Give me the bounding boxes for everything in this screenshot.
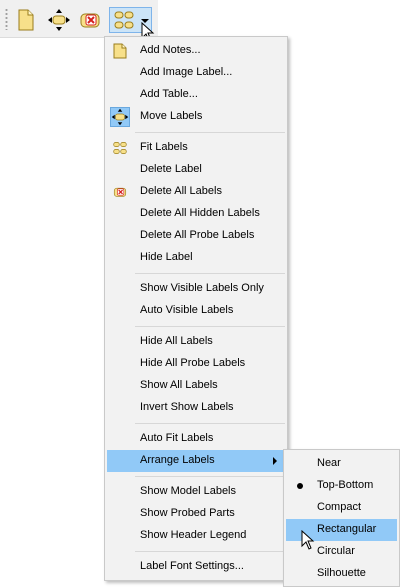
menu-item-add-table[interactable]: Add Table...: [107, 84, 285, 106]
menu-item-hide-label[interactable]: Hide Label: [107, 247, 285, 269]
menu-item-label: Add Table...: [140, 88, 198, 100]
menu-separator: [135, 132, 285, 133]
menu-item-label: Delete Label: [140, 163, 202, 175]
menu-separator: [135, 551, 285, 552]
menu-separator: [135, 476, 285, 477]
delete-labels-icon: [80, 13, 100, 28]
note-icon: [110, 41, 130, 61]
menu-item-label: Show Header Legend: [140, 529, 247, 541]
submenu-item-label: Silhouette: [317, 567, 366, 579]
menu-item-show-probed-parts[interactable]: Show Probed Parts: [107, 503, 285, 525]
menu-item-add-notes[interactable]: Add Notes...: [107, 40, 285, 62]
fit-labels-icon: [110, 138, 130, 158]
submenu-item-label: Near: [317, 457, 341, 469]
menu-item-label: Hide All Probe Labels: [140, 357, 246, 369]
move-labels-icon: [110, 107, 130, 127]
menu-item-label: Auto Visible Labels: [140, 304, 234, 316]
menu-item-label: Delete All Hidden Labels: [140, 207, 260, 219]
menu-item-delete-all-labels[interactable]: Delete All Labels: [107, 181, 285, 203]
menu-item-show-visible-labels-only[interactable]: Show Visible Labels Only: [107, 278, 285, 300]
menu-item-label: Add Image Label...: [140, 66, 233, 78]
submenu-item-label: Compact: [317, 501, 362, 513]
menu-item-label: Move Labels: [140, 110, 203, 122]
menu-item-show-header-legend[interactable]: Show Header Legend: [107, 525, 285, 547]
add-notes-toolbar-button[interactable]: [13, 7, 39, 33]
menu-separator: [135, 326, 285, 327]
menu-item-show-all-labels[interactable]: Show All Labels: [107, 375, 285, 397]
menu-item-label-font-settings[interactable]: Label Font Settings...: [107, 556, 285, 578]
menu-item-label: Arrange Labels: [140, 454, 215, 466]
arrange-labels-submenu: Near Top-Bottom Compact Rectangular Circ…: [283, 449, 400, 587]
menu-item-label: Show Model Labels: [140, 485, 237, 497]
submenu-item-label: Top-Bottom: [317, 479, 374, 491]
menu-item-delete-all-hidden-labels[interactable]: Delete All Hidden Labels: [107, 203, 285, 225]
menu-item-arrange-labels[interactable]: Arrange Labels: [107, 450, 285, 472]
menu-item-hide-all-probe-labels[interactable]: Hide All Probe Labels: [107, 353, 285, 375]
radio-bullet-icon: [297, 483, 303, 489]
submenu-item-label: Rectangular: [317, 523, 377, 535]
menu-item-hide-all-labels[interactable]: Hide All Labels: [107, 331, 285, 353]
menu-separator: [135, 423, 285, 424]
submenu-item-silhouette[interactable]: Silhouette: [286, 563, 397, 585]
delete-labels-icon: [110, 182, 130, 202]
menu-item-add-image-label[interactable]: Add Image Label...: [107, 62, 285, 84]
menu-separator: [135, 273, 285, 274]
menu-item-show-model-labels[interactable]: Show Model Labels: [107, 481, 285, 503]
submenu-item-near[interactable]: Near: [286, 453, 397, 475]
move-labels-toolbar-button[interactable]: [46, 7, 72, 33]
menu-item-label: Hide Label: [140, 251, 193, 263]
menu-item-label: Delete All Probe Labels: [140, 229, 255, 241]
menu-item-label: Show All Labels: [140, 379, 218, 391]
menu-item-label: Show Visible Labels Only: [140, 282, 264, 294]
menu-item-auto-fit-labels[interactable]: Auto Fit Labels: [107, 428, 285, 450]
menu-item-delete-all-probe-labels[interactable]: Delete All Probe Labels: [107, 225, 285, 247]
chevron-right-icon: [273, 457, 277, 465]
menu-item-label: Delete All Labels: [140, 185, 222, 197]
submenu-item-top-bottom[interactable]: Top-Bottom: [286, 475, 397, 497]
fit-labels-toolbar-button[interactable]: [109, 7, 139, 33]
label-toolbar: [0, 0, 158, 38]
labels-dropdown-menu: Add Notes... Add Image Label... Add Tabl…: [104, 36, 288, 581]
menu-item-invert-show-labels[interactable]: Invert Show Labels: [107, 397, 285, 419]
menu-item-move-labels[interactable]: Move Labels: [107, 106, 285, 128]
menu-item-label: Label Font Settings...: [140, 560, 244, 572]
toolbar-grip[interactable]: [5, 8, 8, 30]
menu-item-label: Auto Fit Labels: [140, 432, 214, 444]
menu-item-label: Show Probed Parts: [140, 507, 235, 519]
menu-item-auto-visible-labels[interactable]: Auto Visible Labels: [107, 300, 285, 322]
delete-labels-toolbar-button[interactable]: [77, 7, 103, 33]
mouse-cursor-icon: [301, 530, 315, 550]
submenu-item-label: Circular: [317, 545, 355, 557]
menu-item-label: Invert Show Labels: [140, 401, 234, 413]
menu-item-label: Fit Labels: [140, 141, 188, 153]
menu-item-fit-labels[interactable]: Fit Labels: [107, 137, 285, 159]
note-icon: [18, 9, 34, 31]
fit-labels-icon: [114, 11, 134, 29]
move-labels-icon: [48, 9, 70, 31]
menu-item-label: Hide All Labels: [140, 335, 213, 347]
menu-item-label: Add Notes...: [140, 44, 201, 56]
menu-item-delete-label[interactable]: Delete Label: [107, 159, 285, 181]
submenu-item-compact[interactable]: Compact: [286, 497, 397, 519]
